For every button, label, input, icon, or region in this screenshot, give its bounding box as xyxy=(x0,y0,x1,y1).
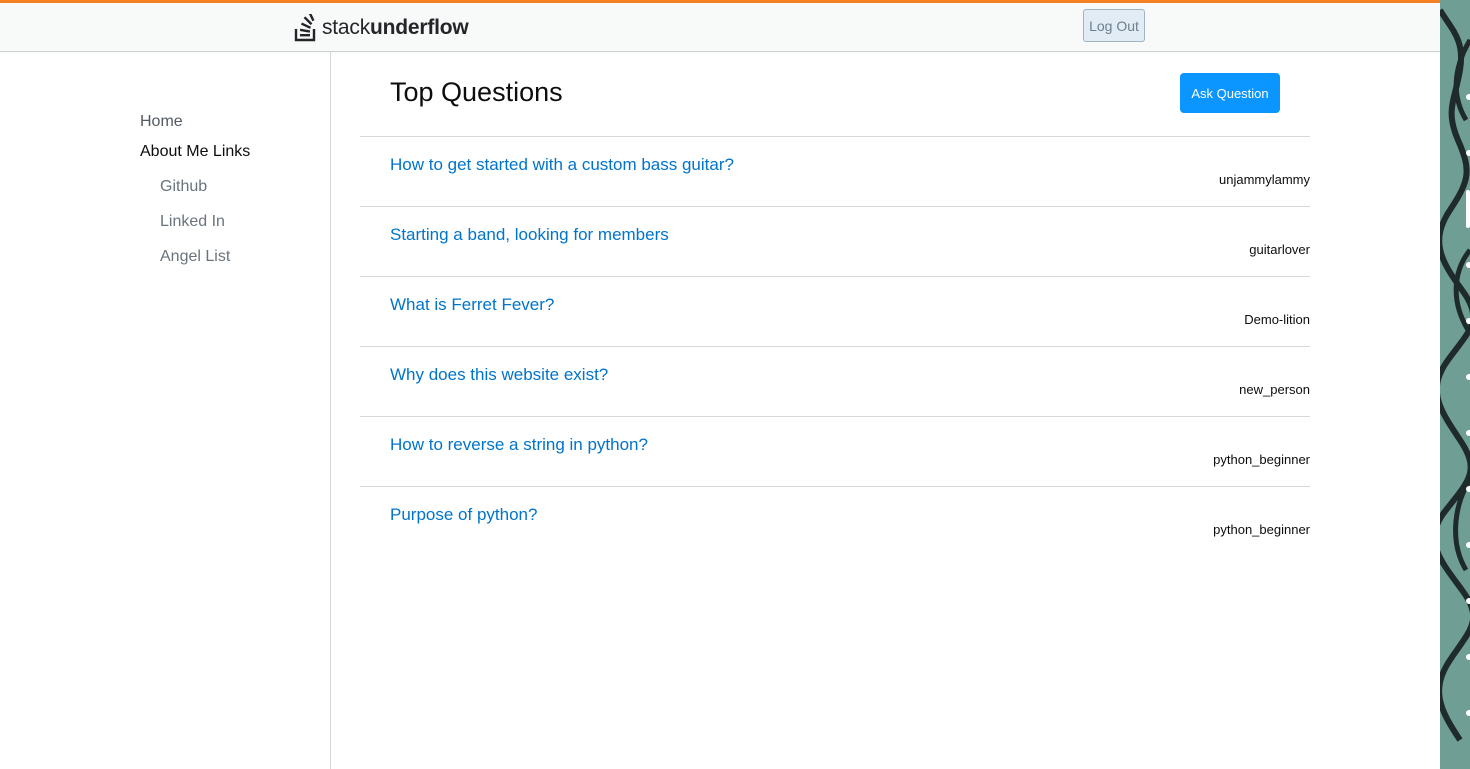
question-title-link[interactable]: What is Ferret Fever? xyxy=(390,295,554,315)
browser-viewport: stackunderflow Log Out Home About Me Lin… xyxy=(0,0,1440,769)
question-title-link[interactable]: How to get started with a custom bass gu… xyxy=(390,155,734,175)
nav-about-me-heading: About Me Links xyxy=(140,143,251,160)
question-row: How to reverse a string in python? pytho… xyxy=(360,417,1310,487)
ask-question-button[interactable]: Ask Question xyxy=(1180,73,1280,113)
question-row: Starting a band, looking for members gui… xyxy=(360,207,1310,277)
site-logo[interactable]: stackunderflow xyxy=(294,13,469,43)
question-author: new_person xyxy=(1239,382,1310,397)
question-row: Why does this website exist? new_person xyxy=(360,347,1310,417)
question-title-link[interactable]: Purpose of python? xyxy=(390,505,537,525)
question-row: How to get started with a custom bass gu… xyxy=(360,137,1310,207)
question-author: python_beginner xyxy=(1213,522,1310,537)
question-author: Demo-lition xyxy=(1244,312,1310,327)
logo-text-bold: underflow xyxy=(370,16,469,39)
question-author: guitarlover xyxy=(1249,242,1310,257)
question-author: python_beginner xyxy=(1213,452,1310,467)
question-list: How to get started with a custom bass gu… xyxy=(360,136,1310,556)
question-row: What is Ferret Fever? Demo-lition xyxy=(360,277,1310,347)
nav-angellist-link[interactable]: Angel List xyxy=(160,248,230,266)
left-sidebar: Home About Me Links Github Linked In Ang… xyxy=(0,51,331,769)
page-title: Top Questions xyxy=(390,77,563,107)
top-bar: stackunderflow Log Out xyxy=(0,0,1440,51)
question-author: unjammylammy xyxy=(1218,172,1310,187)
stack-logo-icon xyxy=(294,14,316,42)
question-title-link[interactable]: Starting a band, looking for members xyxy=(390,225,669,245)
nav-home-link[interactable]: Home xyxy=(140,113,183,131)
wallpaper-pattern-icon xyxy=(1440,0,1470,769)
nav-linkedin-link[interactable]: Linked In xyxy=(160,213,225,231)
logo-text-light: stack xyxy=(322,16,371,39)
question-title-link[interactable]: Why does this website exist? xyxy=(390,365,608,385)
question-title-link[interactable]: How to reverse a string in python? xyxy=(390,435,648,455)
log-out-button[interactable]: Log Out xyxy=(1083,9,1145,42)
logo-text: stackunderflow xyxy=(322,16,469,40)
nav-github-link[interactable]: Github xyxy=(160,178,207,196)
desktop-wallpaper-strip xyxy=(1440,0,1470,769)
question-row: Purpose of python? python_beginner xyxy=(360,487,1310,556)
main-content: Top Questions Ask Question How to get st… xyxy=(331,51,1440,769)
